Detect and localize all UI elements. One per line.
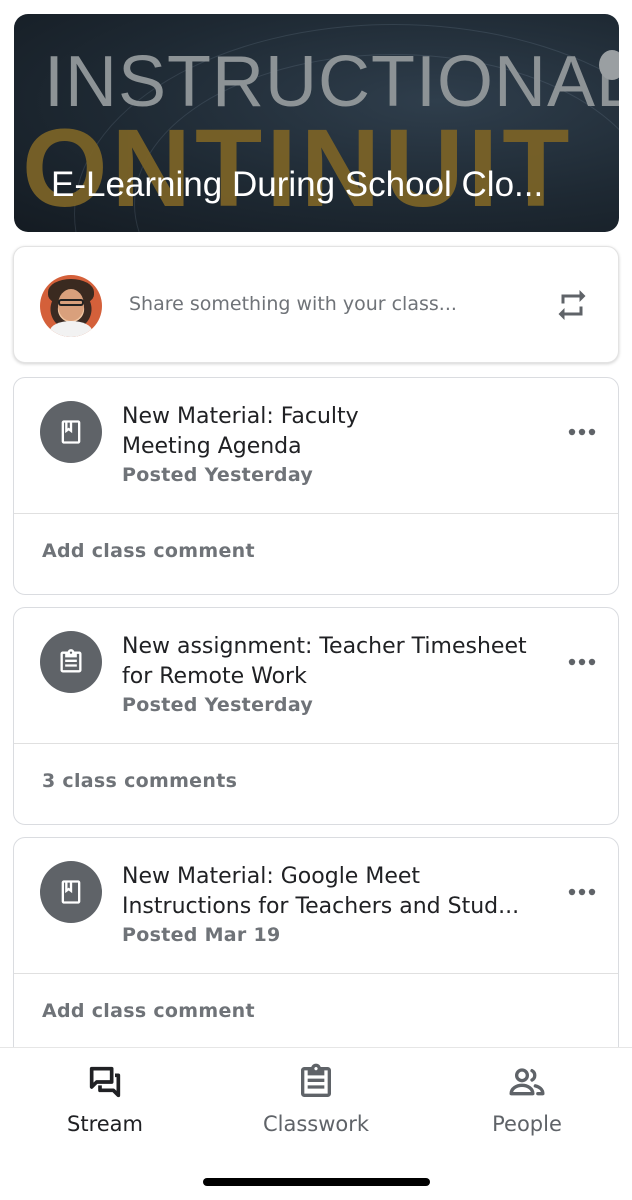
- post-date: Posted Yesterday: [122, 464, 314, 486]
- divider: [14, 973, 618, 974]
- classwork-icon: [301, 1063, 331, 1097]
- class-title: E-Learning During School Clo...: [51, 165, 544, 204]
- repost-icon[interactable]: [554, 287, 590, 323]
- nav-label: People: [492, 1112, 562, 1136]
- post-date: Posted Mar 19: [122, 924, 281, 946]
- nav-label: Stream: [67, 1112, 143, 1136]
- class-comments-link[interactable]: 3 class comments: [42, 770, 237, 792]
- stream-icon: [89, 1066, 121, 1098]
- divider: [14, 513, 618, 514]
- post-title-line: for Remote Work: [122, 664, 307, 689]
- post-title-line: Meeting Agenda: [122, 434, 302, 459]
- add-class-comment[interactable]: Add class comment: [42, 1000, 255, 1022]
- post-title-line: New Material: Faculty: [122, 404, 359, 429]
- post-title-line: Instructions for Teachers and Stud...: [122, 894, 520, 919]
- stream-post[interactable]: New Material: Faculty Meeting Agenda Pos…: [13, 377, 619, 595]
- add-class-comment[interactable]: Add class comment: [42, 540, 255, 562]
- nav-label: Classwork: [262, 1112, 370, 1136]
- more-options-icon[interactable]: [564, 650, 600, 674]
- share-composer[interactable]: Share something with your class...: [13, 246, 619, 363]
- more-options-icon[interactable]: [564, 880, 600, 904]
- share-input[interactable]: Share something with your class...: [129, 293, 457, 315]
- post-title[interactable]: New Material: Faculty Meeting Agenda: [122, 402, 542, 462]
- post-date: Posted Yesterday: [122, 694, 314, 716]
- post-title-line: New assignment: Teacher Timesheet: [122, 634, 527, 659]
- post-title-line: New Material: Google Meet: [122, 864, 421, 889]
- banner-person-icon: [599, 50, 619, 80]
- nav-people[interactable]: People: [452, 1062, 602, 1136]
- divider: [14, 743, 618, 744]
- book-icon: [40, 861, 102, 923]
- assignment-icon: [40, 631, 102, 693]
- nav-stream[interactable]: Stream: [30, 1062, 180, 1136]
- home-indicator[interactable]: [203, 1178, 430, 1186]
- post-title[interactable]: New assignment: Teacher Timesheet for Re…: [122, 632, 542, 692]
- nav-classwork[interactable]: Classwork: [241, 1062, 391, 1136]
- stream-post[interactable]: New Material: Google Meet Instructions f…: [13, 837, 619, 1067]
- class-banner[interactable]: INSTRUCTIONAL ONTINUIT E-Learning During…: [14, 14, 619, 232]
- avatar: [40, 275, 102, 337]
- post-title[interactable]: New Material: Google Meet Instructions f…: [122, 862, 542, 922]
- book-icon: [40, 401, 102, 463]
- stream-post[interactable]: New assignment: Teacher Timesheet for Re…: [13, 607, 619, 825]
- more-options-icon[interactable]: [564, 420, 600, 444]
- people-icon: [509, 1068, 545, 1096]
